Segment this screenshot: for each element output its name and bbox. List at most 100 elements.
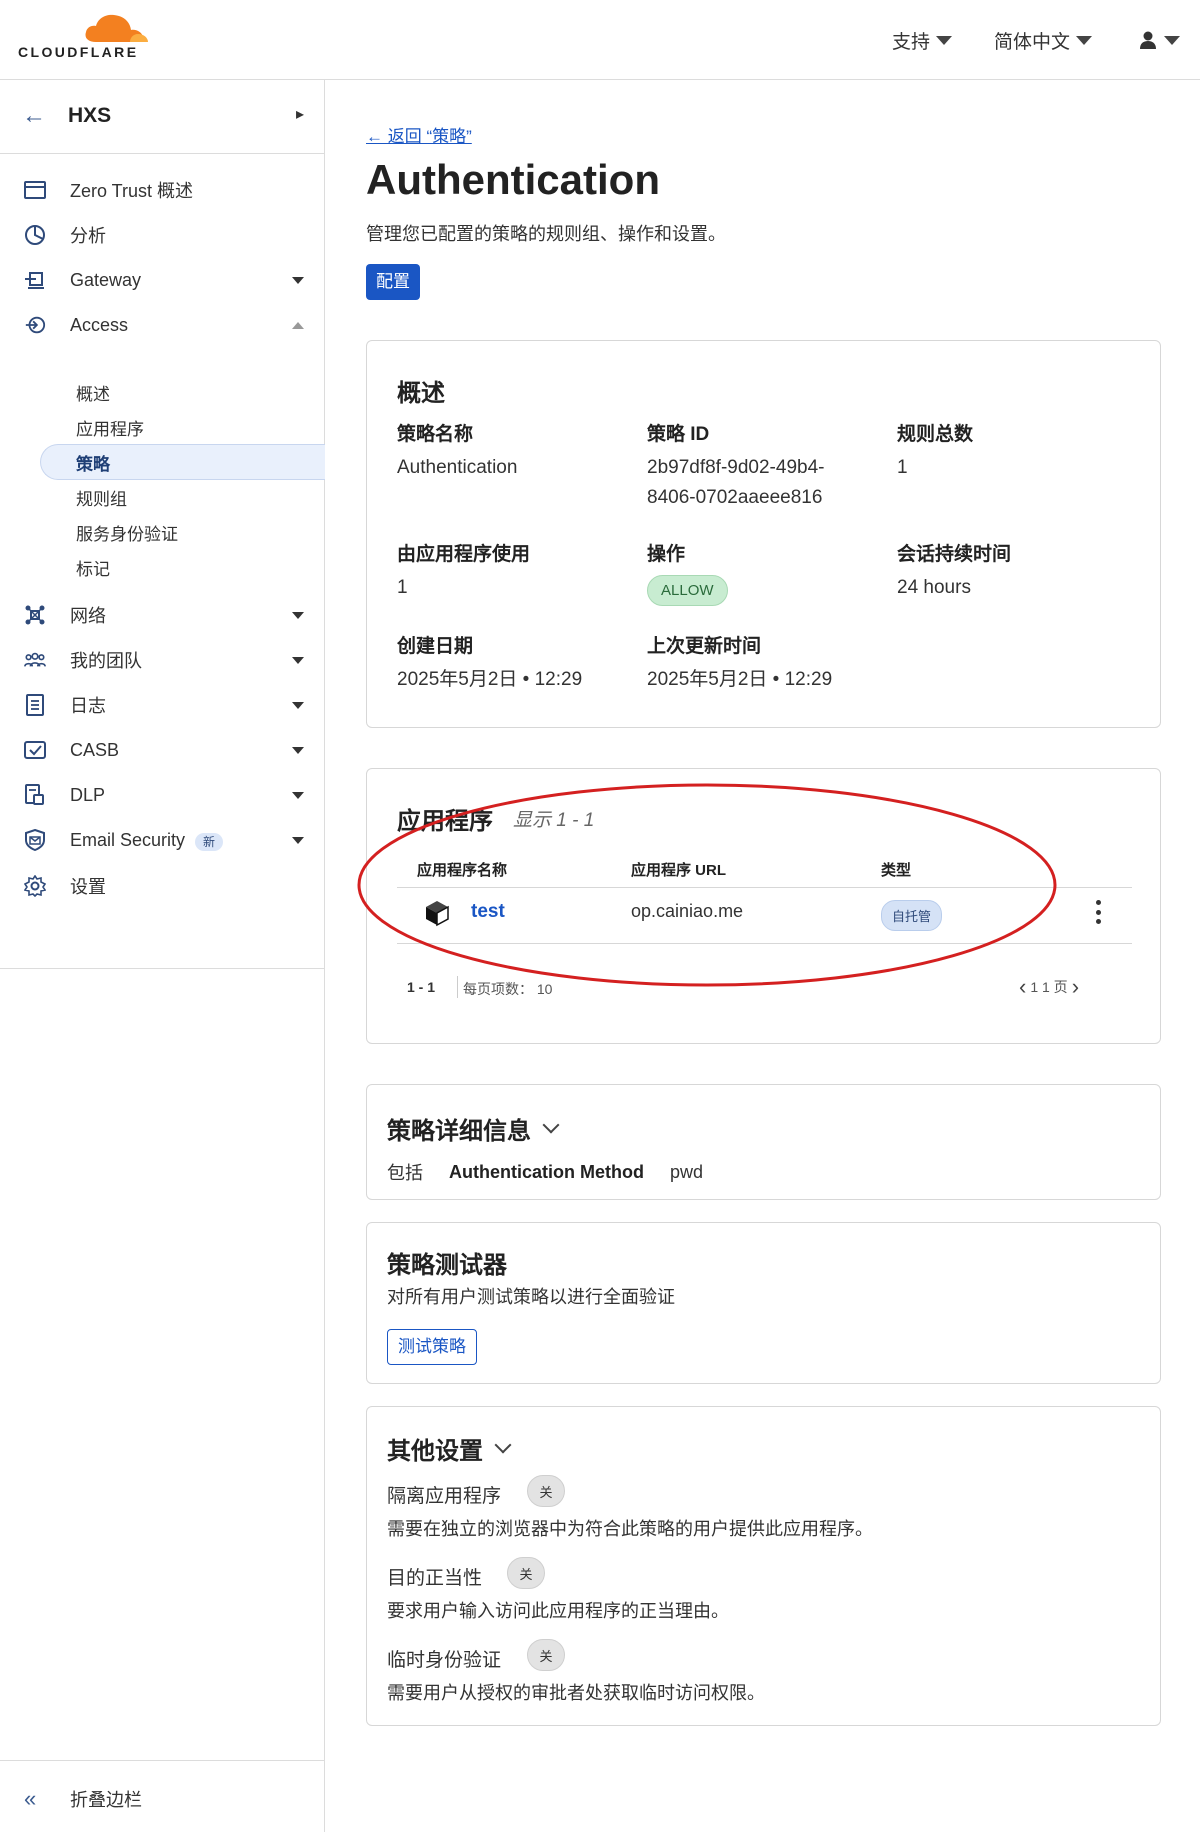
pagination-nav: ‹ 1 1 页 › xyxy=(1015,974,1083,1000)
test-policy-button[interactable]: 测试策略 xyxy=(387,1329,477,1365)
sidebar-item-label: Gateway xyxy=(70,269,142,290)
sidebar-subitem-applications[interactable]: 应用程序 xyxy=(76,415,144,440)
app-type-badge: 自托管 xyxy=(881,900,943,931)
sidebar-item-label: Zero Trust 概述 xyxy=(70,181,194,201)
include-rule: 包括 Authentication Method pwd xyxy=(387,1159,703,1185)
policy-tester-heading: 策略测试器 xyxy=(387,1252,507,1279)
sidebar-subitem-overview[interactable]: 概述 xyxy=(76,380,110,405)
sidebar-subitem-tags[interactable]: 标记 xyxy=(76,555,110,580)
updated-value: 2025年5月2日 • 12:29 xyxy=(647,669,833,690)
caret-down-icon xyxy=(1076,35,1092,45)
page-info: 1 1 页 xyxy=(1030,979,1068,995)
chevron-down-icon xyxy=(494,1436,512,1453)
chevron-right-icon[interactable]: ▸ xyxy=(296,104,304,124)
chevron-left-icon[interactable]: ‹ xyxy=(1015,974,1030,1000)
sidebar-item-settings[interactable]: 设置 xyxy=(0,866,324,906)
caret-down-icon xyxy=(292,701,304,709)
sidebar-item-gateway[interactable]: Gateway xyxy=(0,260,324,300)
double-chevron-left-icon: « xyxy=(24,1786,37,1811)
policy-details-heading: 策略详细信息 xyxy=(387,1118,531,1145)
sidebar-item-casb[interactable]: CASB xyxy=(0,730,324,770)
column-header-app-url[interactable]: 应用程序 URL xyxy=(631,859,726,880)
temporary-auth-label: 临时身份验证 xyxy=(387,1650,502,1671)
logs-icon xyxy=(24,694,46,716)
temporary-auth-description: 需要用户从授权的审批者处获取临时访问权限。 xyxy=(387,1683,765,1703)
app-url: op.cainiao.me xyxy=(631,901,744,921)
table-divider xyxy=(397,943,1132,944)
sidebar-item-networks[interactable]: 网络 xyxy=(0,595,324,635)
applications-card: 应用程序 显示 1 - 1 应用程序名称 应用程序 URL 类型 test op… xyxy=(366,768,1161,1044)
sidebar-item-access[interactable]: Access xyxy=(0,305,324,345)
language-label: 简体中文 xyxy=(993,31,1070,53)
page-description: 管理您已配置的策略的规则组、操作和设置。 xyxy=(366,224,726,244)
created-label: 创建日期 xyxy=(397,636,474,657)
sidebar-item-logs[interactable]: 日志 xyxy=(0,685,324,725)
sidebar-subitem-rule-groups[interactable]: 规则组 xyxy=(76,485,127,510)
column-header-type[interactable]: 类型 xyxy=(881,859,911,880)
updated-label: 上次更新时间 xyxy=(647,636,762,657)
sidebar-subitem-policies[interactable]: 策略 xyxy=(76,450,110,475)
back-to-policies-link[interactable]: ← 返回 “策略” xyxy=(366,122,472,147)
policy-id-label: 策略 ID xyxy=(647,424,710,445)
account-switcher[interactable]: ← HXS ▸ xyxy=(0,80,324,154)
back-arrow-icon[interactable]: ← xyxy=(22,102,46,130)
gateway-icon xyxy=(24,269,46,291)
include-label: 包括 xyxy=(387,1163,423,1183)
row-actions-kebab-icon[interactable] xyxy=(1090,897,1106,927)
collapse-sidebar-label: 折叠边栏 xyxy=(70,1790,142,1810)
configure-button[interactable]: 配置 xyxy=(366,264,420,300)
rule-count-label: 规则总数 xyxy=(897,424,974,445)
app-name-link[interactable]: test xyxy=(471,901,505,923)
session-duration-label: 会话持续时间 xyxy=(897,544,1012,565)
policy-id-value-line2: 8406-0702aaeee816 xyxy=(647,487,823,508)
sidebar-divider xyxy=(0,1760,324,1761)
brand-wordmark: CLOUDFLARE xyxy=(18,44,139,60)
chevron-right-icon[interactable]: › xyxy=(1068,974,1083,1000)
casb-icon xyxy=(24,739,46,761)
created-value: 2025年5月2日 • 12:29 xyxy=(397,669,583,690)
caret-up-icon xyxy=(292,321,304,329)
support-menu-button[interactable]: 支持 xyxy=(882,27,962,54)
access-icon xyxy=(24,314,46,336)
cloudflare-logo[interactable]: CLOUDFLARE xyxy=(18,12,158,64)
other-settings-heading: 其他设置 xyxy=(387,1438,483,1465)
sidebar-item-overview[interactable]: Zero Trust 概述 xyxy=(0,170,324,210)
self-hosted-app-icon xyxy=(426,901,449,927)
sidebar-item-email-security[interactable]: Email Security 新 xyxy=(0,820,324,860)
auth-method-label: Authentication Method xyxy=(449,1161,644,1182)
applications-heading: 应用程序 xyxy=(397,808,493,835)
sidebar-item-label: DLP xyxy=(70,784,106,805)
page-title: Authentication xyxy=(366,156,660,203)
sidebar: ← HXS ▸ Zero Trust 概述 分析 Gateway Access … xyxy=(0,80,325,1832)
isolate-app-label: 隔离应用程序 xyxy=(387,1486,502,1507)
rule-count-value: 1 xyxy=(897,457,908,478)
policy-tester-description: 对所有用户测试策略以进行全面验证 xyxy=(387,1287,675,1307)
sidebar-item-dlp[interactable]: DLP xyxy=(0,775,324,815)
sidebar-item-my-team[interactable]: 我的团队 xyxy=(0,640,324,680)
column-header-app-name[interactable]: 应用程序名称 xyxy=(417,859,507,880)
purpose-justification-toggle[interactable]: 关 xyxy=(507,1557,545,1589)
caret-down-icon xyxy=(1164,35,1180,45)
policy-details-toggle[interactable]: 策略详细信息 xyxy=(387,1111,560,1146)
sidebar-item-label: 我的团队 xyxy=(70,651,142,671)
top-actions: 支持 简体中文 xyxy=(882,22,1200,58)
user-menu-button[interactable] xyxy=(1128,30,1190,50)
sidebar-subitem-service-auth[interactable]: 服务身份验证 xyxy=(76,520,178,545)
items-per-page[interactable]: 每页项数： 10 xyxy=(463,979,552,999)
applications-count: 显示 1 - 1 xyxy=(513,810,595,831)
email-security-icon xyxy=(24,829,46,851)
gear-icon xyxy=(24,875,46,897)
account-name: HXS xyxy=(68,104,112,127)
caret-down-icon xyxy=(292,611,304,619)
sidebar-item-analytics[interactable]: 分析 xyxy=(0,215,324,255)
caret-down-icon xyxy=(935,35,952,45)
temporary-auth-toggle[interactable]: 关 xyxy=(527,1639,565,1671)
other-settings-toggle[interactable]: 其他设置 xyxy=(387,1431,512,1466)
isolate-app-toggle[interactable]: 关 xyxy=(527,1475,565,1507)
policy-details-card: 策略详细信息 包括 Authentication Method pwd xyxy=(366,1084,1161,1200)
action-label: 操作 xyxy=(647,544,686,565)
sidebar-item-label: 设置 xyxy=(70,877,106,897)
collapse-sidebar-button[interactable]: « 折叠边栏 xyxy=(24,1786,142,1812)
caret-down-icon xyxy=(292,836,304,844)
language-menu-button[interactable]: 简体中文 xyxy=(984,27,1102,54)
